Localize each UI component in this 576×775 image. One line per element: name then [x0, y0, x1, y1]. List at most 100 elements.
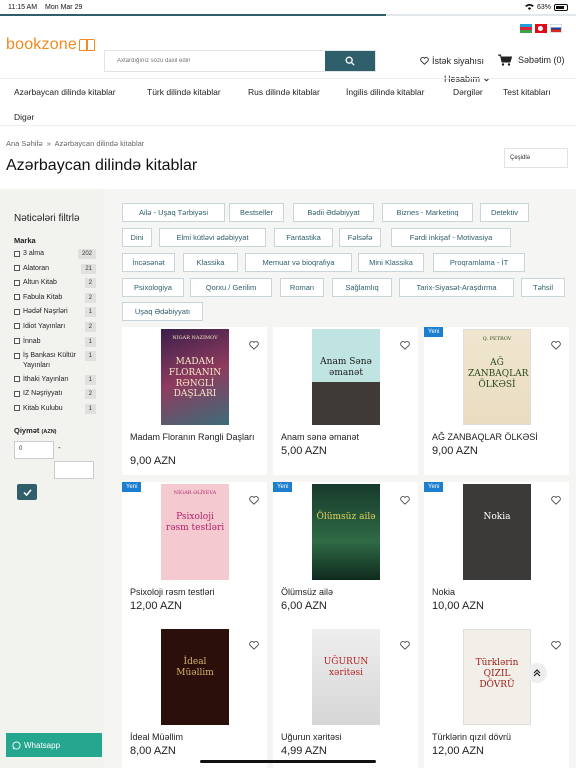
product-title[interactable]: Anam sənə əmanət [281, 432, 410, 443]
apply-filter-button[interactable] [17, 484, 37, 500]
book-cover[interactable]: Nokia [463, 484, 531, 580]
add-to-wishlist-icon[interactable] [249, 337, 259, 355]
site-logo[interactable]: bookzone [6, 36, 95, 54]
category-tag[interactable]: Ailə - Uşaq Tərbiyəsi [122, 203, 225, 222]
product-card[interactable]: YeniQ. PETROVAĞ ZANBAQLAR ÖLKƏSİAĞ ZANBA… [424, 327, 569, 475]
book-cover[interactable]: UĞURUN xəritəsi [312, 629, 380, 725]
category-tag[interactable]: Proqramlama - İT [433, 253, 525, 272]
product-card[interactable]: İdeal Müəllimİdeal Müəllim8,00 AZN [122, 627, 267, 775]
brand-filter-item[interactable]: Alatoran21 [14, 264, 96, 274]
product-title[interactable]: Türklərin qızıl dövrü [432, 732, 561, 743]
brand-filter-item[interactable]: 3 alma202 [14, 249, 96, 259]
category-tag[interactable]: Fərdi inkişaf - Motivasiya [391, 228, 511, 247]
add-to-wishlist-icon[interactable] [249, 492, 259, 510]
book-cover[interactable]: Türklərin QIZIL DÖVRÜ [463, 629, 531, 725]
category-tag[interactable]: Bədii Ədəbiyyat [293, 203, 374, 222]
product-title[interactable]: AĞ ZANBAQLAR ÖLKƏSİ [432, 432, 561, 443]
checkbox[interactable] [14, 294, 20, 300]
book-cover[interactable]: Q. PETROVAĞ ZANBAQLAR ÖLKƏSİ [463, 329, 531, 425]
product-title[interactable]: İdeal Müəllim [130, 732, 259, 743]
category-tag[interactable]: Fantastika [274, 228, 333, 247]
category-tag[interactable]: Uşaq Ədəbiyyatı [122, 302, 203, 321]
cart-link[interactable]: Səbətim (0) [498, 54, 565, 66]
category-tag[interactable]: Sağlamlıq [332, 278, 392, 297]
category-tag[interactable]: Mini Klassika [358, 253, 424, 272]
category-tag[interactable]: Psixologiya [122, 278, 184, 297]
brand-filter-item[interactable]: İnnab1 [14, 337, 96, 347]
category-tag[interactable]: Biznes - Marketinq [382, 203, 473, 222]
checkbox[interactable] [14, 353, 20, 359]
category-tag[interactable]: Fəlsəfə [339, 228, 381, 247]
brand-filter-item[interactable]: IZ Nəşriyyatı2 [14, 389, 96, 399]
nav-item-other[interactable]: Digər [14, 112, 34, 122]
category-tag[interactable]: İncəsənət [122, 253, 175, 272]
category-tag[interactable]: Dini [122, 228, 152, 247]
category-tag[interactable]: Təhsil [521, 278, 565, 297]
product-card[interactable]: NIGAR NAZIMOVMADAM FLORANIN RƏNGLİ DAŞLA… [122, 327, 267, 475]
nav-item-test-books[interactable]: Test kitabları [503, 87, 551, 97]
price-min-input[interactable]: 0 [14, 441, 54, 459]
sort-select[interactable]: Çeşidlə [504, 148, 568, 168]
product-title[interactable]: Nokia [432, 587, 561, 598]
add-to-wishlist-icon[interactable] [551, 637, 561, 655]
category-tag[interactable]: Memuar və bioqrafiya [245, 253, 352, 272]
brand-filter-item[interactable]: Idiot Yayınları2 [14, 322, 96, 332]
flag-az-icon[interactable] [520, 24, 532, 33]
brand-filter-item[interactable]: Fabula Kitab2 [14, 293, 96, 303]
add-to-wishlist-icon[interactable] [249, 637, 259, 655]
checkbox[interactable] [14, 265, 20, 271]
nav-item-russian[interactable]: Rus dilində kitablar [248, 87, 320, 97]
category-tag[interactable]: Bestseller [229, 203, 284, 222]
flag-tr-icon[interactable] [535, 24, 547, 33]
product-title[interactable]: Ölümsüz ailə [281, 587, 410, 598]
checkbox[interactable] [14, 251, 20, 257]
book-cover[interactable]: NİGAR ƏLİYEVAPsixoloji rəsm testləri [161, 484, 229, 580]
scroll-to-top-button[interactable] [527, 663, 547, 683]
product-card[interactable]: YeniNokiaNokia10,00 AZN [424, 482, 569, 630]
add-to-wishlist-icon[interactable] [551, 337, 561, 355]
category-tag[interactable]: Tarix-Siyasət-Araşdırma [399, 278, 514, 297]
checkbox[interactable] [14, 309, 20, 315]
checkbox[interactable] [14, 391, 20, 397]
checkbox[interactable] [14, 338, 20, 344]
add-to-wishlist-icon[interactable] [400, 637, 410, 655]
price-max-input[interactable] [54, 461, 94, 479]
brand-filter-item[interactable]: Altun Kitab2 [14, 278, 96, 288]
flag-ru-icon[interactable] [550, 24, 562, 33]
category-tag[interactable]: Elmi kütləvi ədəbiyyat [159, 228, 266, 247]
checkbox[interactable] [14, 280, 20, 286]
nav-item-azerbaijani[interactable]: Azərbaycan dilində kitablar [14, 87, 116, 97]
product-title[interactable]: Madam Floranın Rəngli Daşları [130, 432, 259, 443]
add-to-wishlist-icon[interactable] [551, 492, 561, 510]
category-tag[interactable]: Klassika [183, 253, 238, 272]
product-card[interactable]: YeniNİGAR ƏLİYEVAPsixoloji rəsm testləri… [122, 482, 267, 630]
brand-filter-item[interactable]: İthaki Yayınları1 [14, 375, 96, 385]
search-button[interactable] [325, 51, 375, 71]
nav-item-magazines[interactable]: Dərgilər [453, 87, 483, 97]
add-to-wishlist-icon[interactable] [400, 337, 410, 355]
checkbox[interactable] [14, 323, 20, 329]
checkbox[interactable] [14, 405, 20, 411]
nav-item-turkish[interactable]: Türk dilində kitablar [147, 87, 221, 97]
book-cover[interactable]: Ölümsüz ailə [312, 484, 380, 580]
product-card[interactable]: UĞURUN xəritəsiUğurun xəritəsi4,99 AZN [273, 627, 418, 775]
category-tag[interactable]: Detektiv [480, 203, 529, 222]
wishlist-link[interactable]: İstək siyahısı [420, 56, 484, 66]
product-card[interactable]: YeniÖlümsüz ailəÖlümsüz ailə6,00 AZN [273, 482, 418, 630]
product-title[interactable]: Uğurun xəritəsi [281, 732, 410, 743]
product-card[interactable]: Türklərin QIZIL DÖVRÜ Türklərin qızıl döv… [424, 627, 569, 775]
breadcrumb-current[interactable]: Azərbaycan dilində kitablar [55, 139, 145, 148]
add-to-wishlist-icon[interactable] [400, 492, 410, 510]
product-card[interactable]: Anam Sənə əmanətAnam sənə əmanət5,00 AZN [273, 327, 418, 475]
brand-filter-item[interactable]: Kitab Kulubu1 [14, 404, 96, 414]
category-tag[interactable]: Qorxu / Gerilim [190, 278, 272, 297]
whatsapp-button[interactable]: Whatsapp [6, 733, 102, 757]
category-tag[interactable]: Roman [280, 278, 324, 297]
book-cover[interactable]: NIGAR NAZIMOVMADAM FLORANIN RƏNGLİ DAŞLA… [161, 329, 229, 425]
breadcrumb-home[interactable]: Ana Səhifə [6, 139, 43, 148]
checkbox[interactable] [14, 376, 20, 382]
product-title[interactable]: Psixoloji rəsm testləri [130, 587, 259, 598]
nav-item-english[interactable]: İngilis dilində kitablar [346, 87, 424, 97]
book-cover[interactable]: Anam Sənə əmanət [312, 329, 380, 425]
book-cover[interactable]: İdeal Müəllim [161, 629, 229, 725]
